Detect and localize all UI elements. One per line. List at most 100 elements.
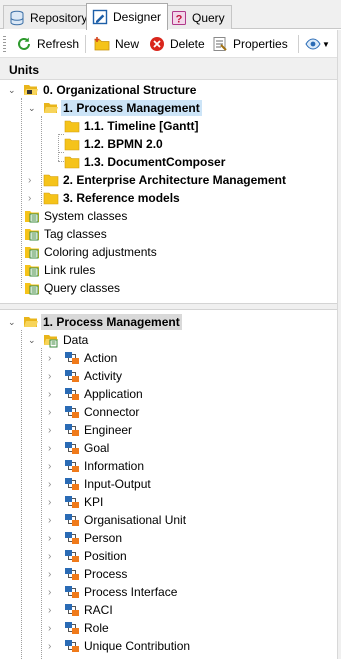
tree-item-data[interactable]: ⌄ Data: [28, 331, 90, 349]
chevron-right-icon[interactable]: ›: [48, 569, 59, 580]
tree-item-tag-classes[interactable]: Tag classes: [24, 225, 109, 243]
tree-item-bpmn[interactable]: 1.2. BPMN 2.0: [64, 135, 165, 153]
new-button[interactable]: New: [94, 34, 139, 54]
class-icon: [64, 350, 80, 366]
chevron-right-icon[interactable]: ›: [48, 389, 59, 400]
tab-designer[interactable]: Designer: [86, 3, 169, 30]
chevron-right-icon[interactable]: ›: [48, 353, 59, 364]
class-list-item[interactable]: › Role: [48, 619, 111, 637]
class-list-item[interactable]: › Connector: [48, 403, 141, 421]
tree-item-process-management[interactable]: ⌄ 1. Process Management: [28, 99, 202, 117]
tree-item-timeline[interactable]: 1.1. Timeline [Gantt]: [64, 117, 200, 135]
class-list-item[interactable]: › RACI: [48, 601, 115, 619]
class-list-item[interactable]: › Process Interface: [48, 583, 179, 601]
chevron-right-icon[interactable]: ›: [48, 641, 59, 652]
class-icon: [64, 512, 80, 528]
chevron-right-icon[interactable]: ›: [48, 407, 59, 418]
class-list-item[interactable]: › Engineer: [48, 421, 134, 439]
chevron-down-icon[interactable]: ⌄: [8, 85, 19, 96]
tree-item-label: 1.3. DocumentComposer: [84, 155, 226, 169]
class-icon: [64, 530, 80, 546]
tree-item-process-management-root[interactable]: ⌄ 1. Process Management: [8, 313, 182, 331]
tree-item-label: Application: [84, 387, 143, 401]
toolbar: Refresh New Delete Properties ▼: [0, 30, 341, 58]
tree-item-query-classes[interactable]: Query classes: [24, 279, 122, 297]
chevron-right-icon[interactable]: ›: [48, 533, 59, 544]
tree-item-coloring-adjustments[interactable]: Coloring adjustments: [24, 243, 159, 261]
class-list-item[interactable]: › Unique Contribution: [48, 637, 192, 655]
toolbar-grip[interactable]: [3, 36, 6, 52]
class-icon: [64, 638, 80, 654]
chevron-right-icon[interactable]: ›: [48, 515, 59, 526]
class-icon: [64, 566, 80, 582]
vertical-splitter[interactable]: [337, 30, 341, 659]
chevron-right-icon[interactable]: ›: [48, 371, 59, 382]
class-list-item[interactable]: › Activity: [48, 367, 124, 385]
tree-item-label: Engineer: [84, 423, 133, 437]
chevron-right-icon[interactable]: ›: [48, 479, 59, 490]
tab-query[interactable]: ? Query: [165, 5, 232, 29]
class-folder-icon: [24, 280, 40, 296]
class-icon: [64, 620, 80, 636]
refresh-button[interactable]: Refresh: [16, 34, 79, 54]
class-list-item[interactable]: › Person: [48, 529, 124, 547]
tab-label: Repository: [30, 10, 88, 25]
tree-item-link-rules[interactable]: Link rules: [24, 261, 97, 279]
chevron-right-icon[interactable]: ›: [28, 175, 39, 186]
chevron-right-icon[interactable]: ›: [48, 461, 59, 472]
tree-item-label: Tag classes: [44, 227, 107, 241]
tab-repository[interactable]: Repository: [3, 5, 95, 29]
chevron-right-icon[interactable]: ›: [48, 605, 59, 616]
chevron-right-icon[interactable]: ›: [48, 587, 59, 598]
class-list-item[interactable]: › Application: [48, 385, 145, 403]
class-icon: [64, 386, 80, 402]
tree-item-label: Goal: [84, 441, 110, 455]
properties-button[interactable]: Properties: [212, 34, 288, 54]
tree-item-label: Coloring adjustments: [44, 245, 157, 259]
chevron-down-icon[interactable]: ⌄: [28, 103, 39, 114]
chevron-down-icon: ▼: [322, 39, 330, 49]
chevron-right-icon[interactable]: ›: [48, 623, 59, 634]
class-list-item[interactable]: › Action: [48, 349, 119, 367]
class-icon: [64, 440, 80, 456]
class-list-item[interactable]: › KPI: [48, 493, 105, 511]
delete-button[interactable]: Delete: [149, 34, 205, 54]
class-list-item[interactable]: › Goal: [48, 439, 111, 457]
tree-item-label: 1. Process Management: [61, 100, 202, 116]
delete-label: Delete: [170, 37, 205, 51]
refresh-label: Refresh: [37, 37, 80, 51]
tree-item-label: KPI: [84, 495, 104, 509]
designer-icon: [92, 9, 108, 25]
chevron-right-icon[interactable]: ›: [48, 443, 59, 454]
chevron-right-icon[interactable]: ›: [48, 425, 59, 436]
tree-item-system-classes[interactable]: System classes: [24, 207, 129, 225]
chevron-down-icon[interactable]: ⌄: [28, 335, 39, 346]
view-dropdown-button[interactable]: ▼: [305, 34, 330, 54]
chevron-right-icon[interactable]: ›: [48, 497, 59, 508]
tab-label: Query: [192, 10, 225, 25]
folder-open-icon: [23, 82, 39, 98]
class-list-item[interactable]: › Process: [48, 565, 129, 583]
class-list-item[interactable]: › Information: [48, 457, 146, 475]
tree-item-reference-models[interactable]: › 3. Reference models: [28, 189, 182, 207]
class-list-item[interactable]: › Organisational Unit: [48, 511, 188, 529]
class-icon: [64, 494, 80, 510]
tree-item-document-composer[interactable]: 1.3. DocumentComposer: [64, 153, 227, 171]
tree-item-label: Connector: [84, 405, 140, 419]
class-folder-icon: [24, 262, 40, 278]
query-icon: ?: [171, 10, 187, 26]
tab-label: Designer: [113, 10, 162, 24]
class-icon: [64, 404, 80, 420]
chevron-down-icon[interactable]: ⌄: [8, 317, 19, 328]
svg-text:?: ?: [176, 13, 183, 25]
tree-item-organizational-structure[interactable]: ⌄ 0. Organizational Structure: [8, 81, 198, 99]
chevron-right-icon[interactable]: ›: [28, 193, 39, 204]
panel-splitter[interactable]: [0, 303, 341, 310]
toolbar-separator: [298, 35, 299, 53]
class-list-item[interactable]: › Input-Output: [48, 475, 153, 493]
refresh-icon: [16, 36, 32, 52]
chevron-right-icon[interactable]: ›: [48, 551, 59, 562]
tree-item-label: Input-Output: [84, 477, 151, 491]
class-list-item[interactable]: › Position: [48, 547, 129, 565]
tree-item-enterprise-architecture[interactable]: › 2. Enterprise Architecture Management: [28, 171, 288, 189]
